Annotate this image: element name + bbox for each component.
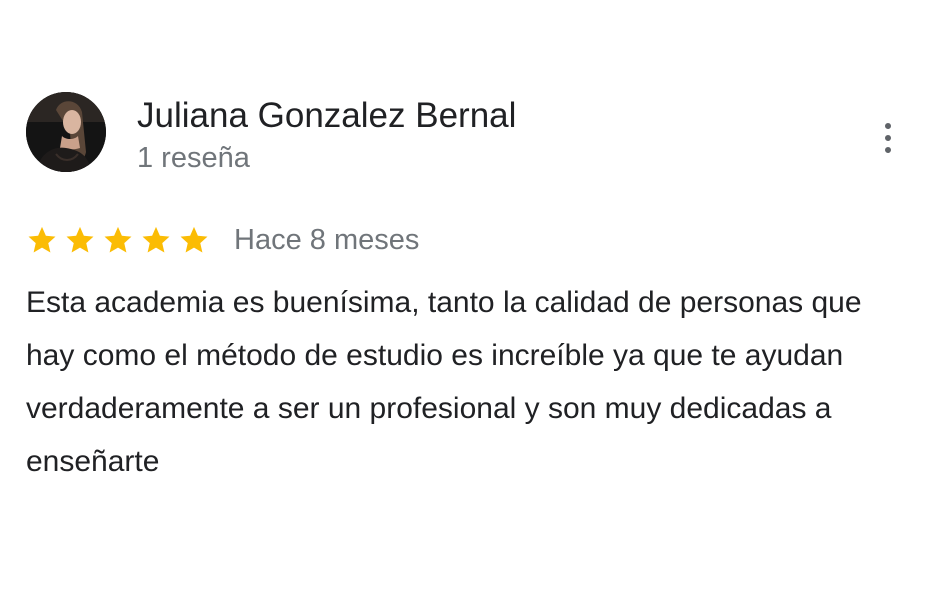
star-rating: [26, 224, 216, 256]
reviewer-name[interactable]: Juliana Gonzalez Bernal: [137, 96, 516, 136]
star-icon: [142, 226, 170, 253]
star-icon: [66, 226, 94, 253]
review-text: Esta academia es buenísima, tanto la cal…: [26, 286, 862, 478]
star-icon: [28, 226, 56, 253]
review-count[interactable]: 1 reseña: [137, 140, 250, 176]
star-icon: [180, 226, 208, 253]
review-card: Juliana Gonzalez Bernal 1 reseña Hace 8 …: [0, 0, 930, 600]
review-date: Hace 8 meses: [234, 224, 420, 256]
reviewer-avatar[interactable]: [26, 92, 106, 172]
star-icon: [104, 226, 132, 253]
rating-row: Hace 8 meses: [26, 220, 419, 260]
avatar-photo: [26, 92, 106, 172]
more-options-button[interactable]: [872, 120, 904, 156]
